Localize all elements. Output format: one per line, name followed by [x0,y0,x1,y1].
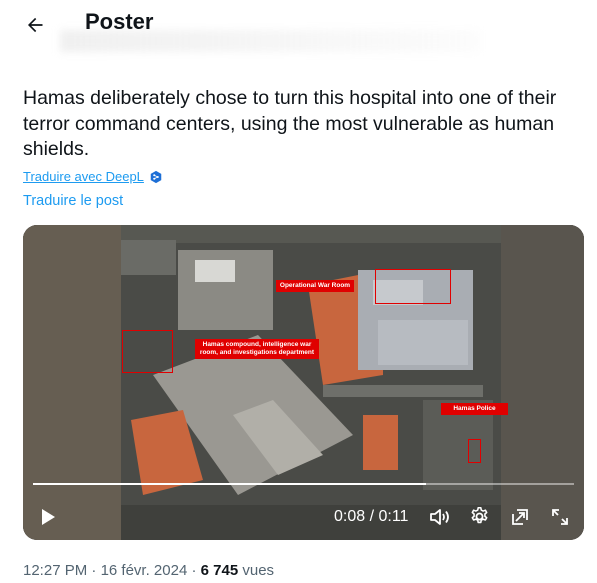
aerial-photo [23,225,584,540]
compound-callout: Hamas compound, intelligence war room, a… [195,339,319,359]
volume-button[interactable] [429,507,451,532]
war-room-callout: Operational War Room [276,280,354,292]
arrow-left-icon [28,17,43,33]
fullscreen-button[interactable] [550,507,570,532]
play-button[interactable] [38,507,58,532]
top-bar: Poster [0,0,597,52]
video-player[interactable]: Operational War Room Hamas compound, int… [23,225,584,540]
deepl-icon [150,170,162,183]
page-title: Poster [85,9,154,34]
back-button[interactable] [20,10,50,40]
volume-icon [430,509,449,525]
post-text: Hamas deliberately chose to turn this ho… [23,87,557,160]
post-metadata: 12:27 PM · 16 févr. 2024 · 6 745 vues [23,562,274,579]
video-progress-fill [33,483,427,485]
views-label: vues [238,562,275,579]
post-date: 16 févr. 2024 [100,562,188,579]
picture-in-picture-button[interactable] [510,507,530,532]
separator: · [187,562,201,579]
settings-icon [471,506,488,524]
video-progress-bar[interactable] [33,483,574,485]
separator: · [87,562,101,579]
deepl-translate-label: Traduire avec DeepL [23,169,144,184]
compound-highlight [122,330,173,373]
translate-post-link[interactable]: Traduire le post [23,193,123,209]
deepl-translate-link[interactable]: Traduire avec DeepL [23,169,163,184]
fullscreen-icon [552,509,568,525]
video-time: 0:08 / 0:11 [334,508,409,525]
war-room-highlight [375,269,451,304]
picture-in-picture-icon [512,509,528,525]
police-highlight [468,439,481,463]
settings-button[interactable] [469,506,490,532]
police-callout: Hamas Police [441,403,508,415]
play-icon [42,509,55,525]
post-time: 12:27 PM [23,562,88,579]
view-count: 6 745 [200,562,239,579]
